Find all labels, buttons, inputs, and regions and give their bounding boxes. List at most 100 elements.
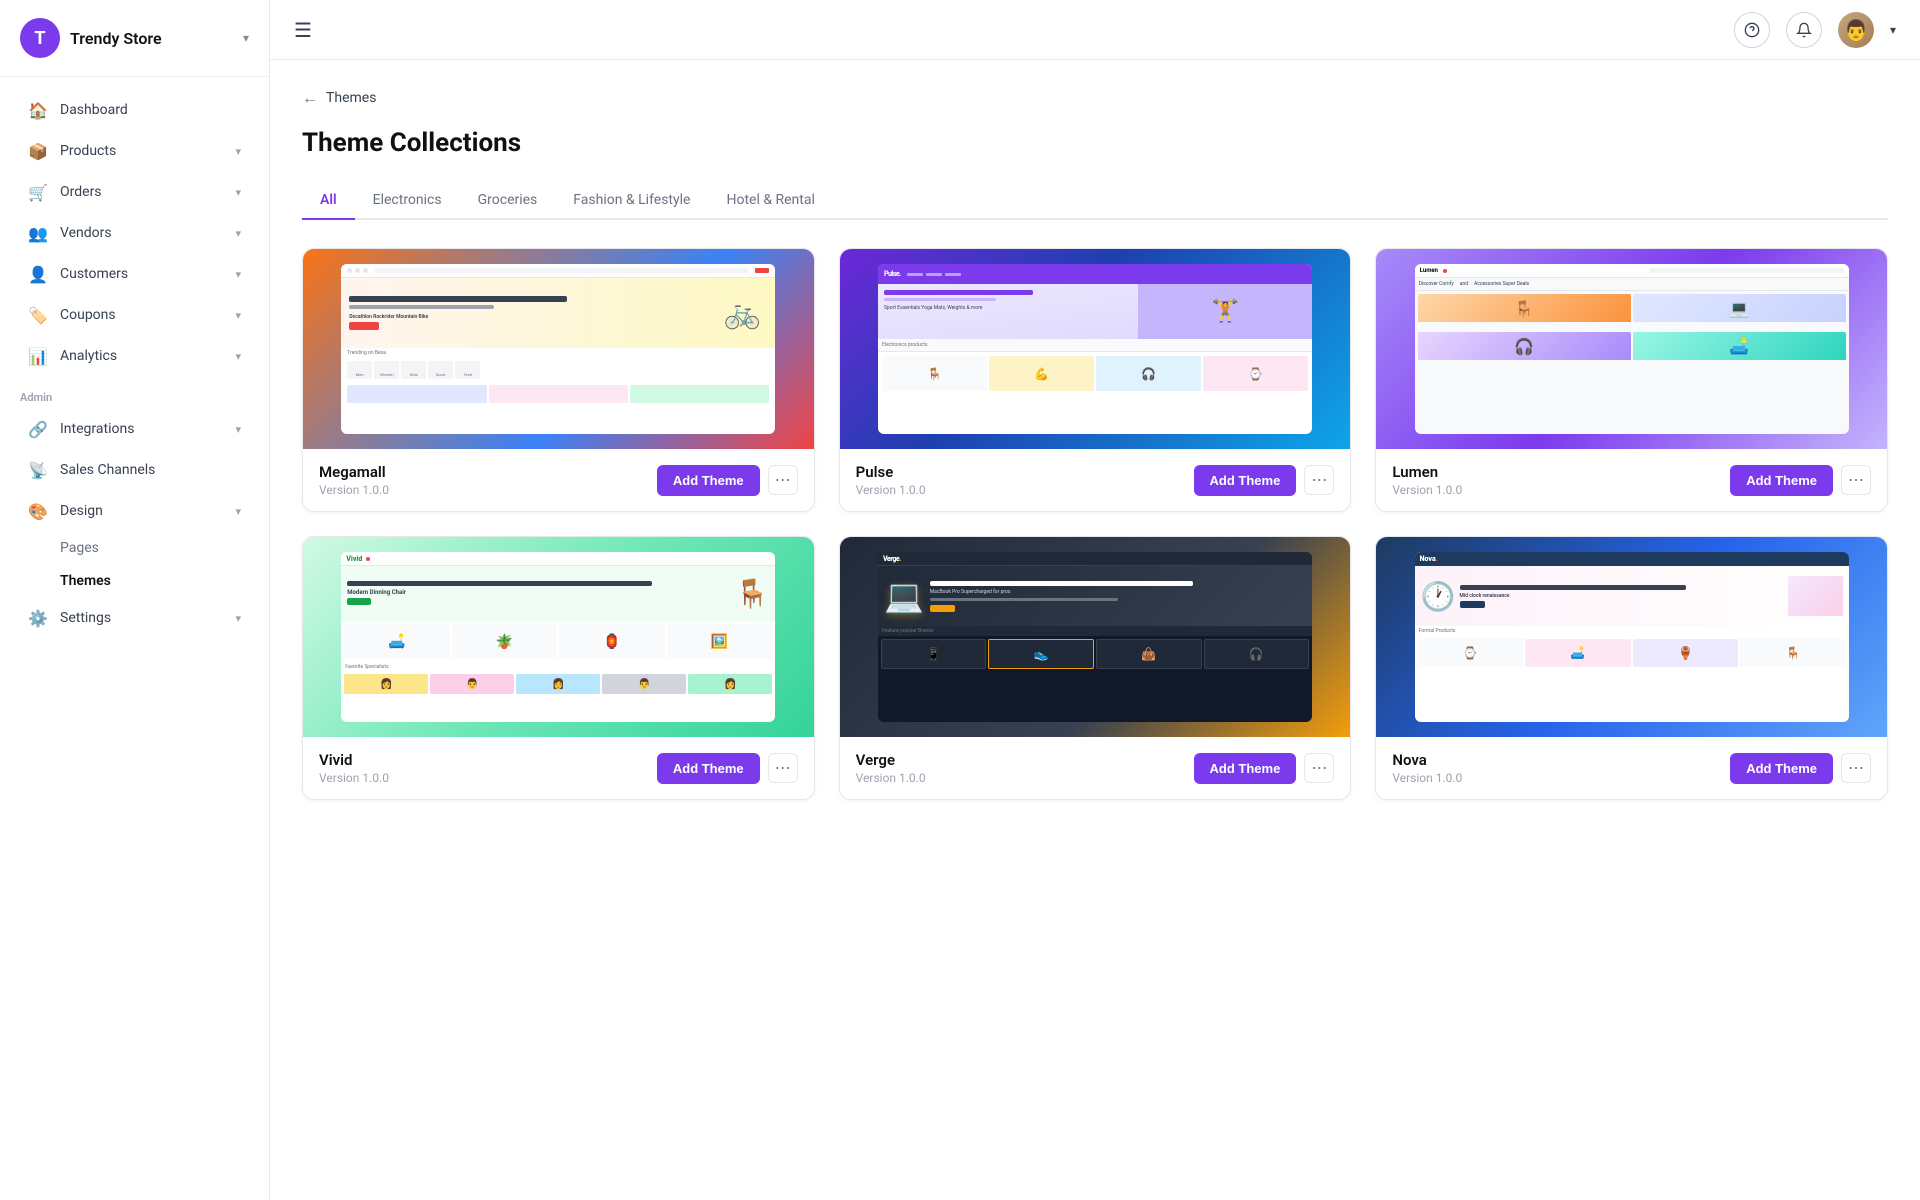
orders-icon: 🛒 xyxy=(28,182,48,202)
sidebar-item-label: Integrations xyxy=(60,421,223,437)
more-options-button-megamall[interactable]: ⋯ xyxy=(768,465,798,495)
sidebar-item-dashboard[interactable]: 🏠 Dashboard xyxy=(8,90,261,130)
sidebar-item-orders[interactable]: 🛒 Orders ▾ xyxy=(8,172,261,212)
sidebar-item-label: Customers xyxy=(60,266,223,282)
sidebar-item-products[interactable]: 📦 Products ▾ xyxy=(8,131,261,171)
admin-section-label: Admin xyxy=(0,377,269,408)
more-options-button-lumen[interactable]: ⋯ xyxy=(1841,465,1871,495)
integrations-icon: 🔗 xyxy=(28,419,48,439)
more-options-button-verge[interactable]: ⋯ xyxy=(1304,753,1334,783)
hamburger-menu-icon[interactable]: ☰ xyxy=(294,18,312,42)
theme-preview-megamall: Decathlon Rockrider Mountain Bike 🚲 Tren… xyxy=(303,249,814,449)
sidebar-sub-item-pages[interactable]: Pages xyxy=(8,532,261,564)
add-theme-button-nova[interactable]: Add Theme xyxy=(1730,753,1833,784)
theme-preview-verge: Verge. 💻 MacBook Pro Supercharged for pr… xyxy=(840,537,1351,737)
breadcrumb-text: Themes xyxy=(326,90,376,106)
sidebar-item-sales-channels[interactable]: 📡 Sales Channels xyxy=(8,450,261,490)
customers-chevron-icon: ▾ xyxy=(235,268,241,281)
theme-grid: Decathlon Rockrider Mountain Bike 🚲 Tren… xyxy=(302,248,1888,800)
theme-name-vivid: Vivid xyxy=(319,751,389,769)
theme-actions-pulse: Add Theme ⋯ xyxy=(1194,465,1335,496)
add-theme-button-lumen[interactable]: Add Theme xyxy=(1730,465,1833,496)
theme-actions-lumen: Add Theme ⋯ xyxy=(1730,465,1871,496)
theme-name-megamall: Megamall xyxy=(319,463,389,481)
sidebar-item-design[interactable]: 🎨 Design ▾ xyxy=(8,491,261,531)
theme-card-footer-lumen: Lumen Version 1.0.0 Add Theme ⋯ xyxy=(1376,449,1887,511)
analytics-chevron-icon: ▾ xyxy=(235,350,241,363)
theme-version-verge: Version 1.0.0 xyxy=(856,771,926,785)
sidebar-item-coupons[interactable]: 🏷️ Coupons ▾ xyxy=(8,295,261,335)
settings-chevron-icon: ▾ xyxy=(235,612,241,625)
coupons-chevron-icon: ▾ xyxy=(235,309,241,322)
help-icon-button[interactable] xyxy=(1734,12,1770,48)
vendors-chevron-icon: ▾ xyxy=(235,227,241,240)
more-options-button-nova[interactable]: ⋯ xyxy=(1841,753,1871,783)
more-options-button-pulse[interactable]: ⋯ xyxy=(1304,465,1334,495)
theme-preview-nova: Nova. 🕐 Mid clock renaissance Formal Pr xyxy=(1376,537,1887,737)
topbar-left: ☰ xyxy=(294,18,312,42)
help-icon xyxy=(1744,22,1760,38)
notifications-icon-button[interactable] xyxy=(1786,12,1822,48)
sidebar-item-analytics[interactable]: 📊 Analytics ▾ xyxy=(8,336,261,376)
design-icon: 🎨 xyxy=(28,501,48,521)
theme-card-vivid: Vivid Modern Dinning Chair 🪑 xyxy=(302,536,815,800)
topbar-right: 👨 ▾ xyxy=(1734,12,1896,48)
theme-card-nova: Nova. 🕐 Mid clock renaissance Formal Pr xyxy=(1375,536,1888,800)
theme-actions-nova: Add Theme ⋯ xyxy=(1730,753,1871,784)
store-header[interactable]: T Trendy Store ▾ xyxy=(0,0,269,77)
theme-name-lumen: Lumen xyxy=(1392,463,1462,481)
breadcrumb: ← Themes xyxy=(302,88,1888,108)
customers-icon: 👤 xyxy=(28,264,48,284)
theme-version-nova: Version 1.0.0 xyxy=(1392,771,1462,785)
sidebar-item-label: Settings xyxy=(60,610,223,626)
main-content: ← Themes Theme Collections All Electroni… xyxy=(270,60,1920,1200)
sidebar-sub-item-themes[interactable]: Themes xyxy=(8,565,261,597)
settings-icon: ⚙️ xyxy=(28,608,48,628)
theme-card-footer-pulse: Pulse Version 1.0.0 Add Theme ⋯ xyxy=(840,449,1351,511)
add-theme-button-vivid[interactable]: Add Theme xyxy=(657,753,760,784)
sidebar-item-integrations[interactable]: 🔗 Integrations ▾ xyxy=(8,409,261,449)
theme-card-lumen: Lumen Discover ComfyandAccessories Super… xyxy=(1375,248,1888,512)
tab-fashion[interactable]: Fashion & Lifestyle xyxy=(555,182,708,220)
user-menu-chevron-icon[interactable]: ▾ xyxy=(1890,23,1896,37)
sidebar-item-vendors[interactable]: 👥 Vendors ▾ xyxy=(8,213,261,253)
theme-info-pulse: Pulse Version 1.0.0 xyxy=(856,463,926,497)
sidebar-item-settings[interactable]: ⚙️ Settings ▾ xyxy=(8,598,261,638)
theme-preview-vivid: Vivid Modern Dinning Chair 🪑 xyxy=(303,537,814,737)
products-icon: 📦 xyxy=(28,141,48,161)
sidebar: T Trendy Store ▾ 🏠 Dashboard 📦 Products … xyxy=(0,0,270,1200)
add-theme-button-pulse[interactable]: Add Theme xyxy=(1194,465,1297,496)
add-theme-button-verge[interactable]: Add Theme xyxy=(1194,753,1297,784)
sidebar-item-label: Dashboard xyxy=(60,102,241,118)
more-options-button-vivid[interactable]: ⋯ xyxy=(768,753,798,783)
theme-actions-vivid: Add Theme ⋯ xyxy=(657,753,798,784)
theme-version-vivid: Version 1.0.0 xyxy=(319,771,389,785)
tab-hotel[interactable]: Hotel & Rental xyxy=(708,182,832,220)
theme-version-megamall: Version 1.0.0 xyxy=(319,483,389,497)
sidebar-item-label: Products xyxy=(60,143,223,159)
sidebar-item-label: Analytics xyxy=(60,348,223,364)
tab-all[interactable]: All xyxy=(302,182,355,220)
tab-electronics[interactable]: Electronics xyxy=(355,182,460,220)
tab-groceries[interactable]: Groceries xyxy=(460,182,556,220)
theme-preview-pulse: Pulse. Sport Essentials Yoga xyxy=(840,249,1351,449)
back-button[interactable]: ← xyxy=(302,88,318,108)
theme-name-nova: Nova xyxy=(1392,751,1462,769)
dashboard-icon: 🏠 xyxy=(28,100,48,120)
theme-actions-megamall: Add Theme ⋯ xyxy=(657,465,798,496)
store-name-label: Trendy Store xyxy=(70,29,233,48)
theme-info-lumen: Lumen Version 1.0.0 xyxy=(1392,463,1462,497)
sidebar-item-label: Coupons xyxy=(60,307,223,323)
theme-tabs: All Electronics Groceries Fashion & Life… xyxy=(302,182,1888,220)
sidebar-item-label: Sales Channels xyxy=(60,462,241,478)
analytics-icon: 📊 xyxy=(28,346,48,366)
theme-actions-verge: Add Theme ⋯ xyxy=(1194,753,1335,784)
sidebar-item-label: Vendors xyxy=(60,225,223,241)
theme-name-verge: Verge xyxy=(856,751,926,769)
add-theme-button-megamall[interactable]: Add Theme xyxy=(657,465,760,496)
theme-card-pulse: Pulse. Sport Essentials Yoga xyxy=(839,248,1352,512)
theme-card-footer-verge: Verge Version 1.0.0 Add Theme ⋯ xyxy=(840,737,1351,799)
user-avatar[interactable]: 👨 xyxy=(1838,12,1874,48)
theme-version-pulse: Version 1.0.0 xyxy=(856,483,926,497)
sidebar-item-customers[interactable]: 👤 Customers ▾ xyxy=(8,254,261,294)
